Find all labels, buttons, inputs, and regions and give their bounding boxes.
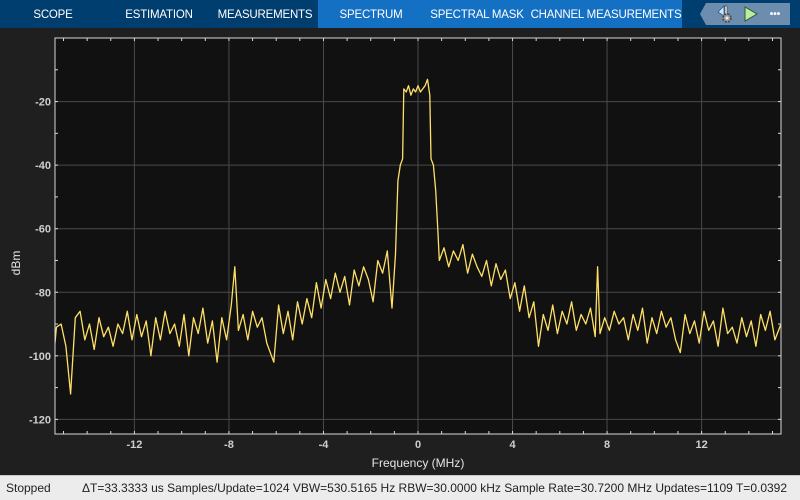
y-tick-label: -100 — [29, 351, 51, 363]
x-tick-label: 8 — [604, 439, 610, 451]
y-tick-label: -60 — [35, 224, 51, 236]
status-info: ΔT=33.3333 us Samples/Update=1024 VBW=53… — [82, 481, 788, 495]
y-tick-label: -120 — [29, 414, 51, 426]
y-tick-label: -80 — [35, 287, 51, 299]
x-tick-label: 0 — [415, 439, 421, 451]
x-tick-label: -8 — [224, 439, 234, 451]
settings-icon — [717, 5, 732, 23]
tab-spectral-mask[interactable]: SPECTRAL MASK — [424, 0, 530, 28]
tab-measurements[interactable]: MEASUREMENTS — [212, 0, 318, 28]
toolstrip-tabs: SCOPE ESTIMATION MEASUREMENTS SPECTRUM S… — [0, 0, 800, 28]
y-tick-label: -40 — [35, 160, 51, 172]
run-icon — [744, 6, 758, 22]
x-tick-labels: -12 -8 -4 0 4 8 12 — [126, 439, 707, 451]
tab-scope[interactable]: SCOPE — [0, 0, 106, 28]
y-tick-labels: -20 -40 -60 -80 -100 -120 — [29, 97, 51, 427]
x-tick-label: -4 — [319, 439, 330, 451]
settings-button[interactable] — [714, 3, 736, 25]
more-options-button[interactable]: ••• — [764, 3, 786, 25]
y-tick-label: -20 — [35, 97, 51, 109]
status-state: Stopped — [6, 481, 51, 495]
tab-channel-measurements[interactable]: CHANNEL MEASUREMENTS — [530, 0, 682, 28]
spectrum-plot-panel: -12 -8 -4 0 4 8 12 -20 -40 -60 -80 -100 -120 Freque… — [0, 28, 800, 475]
x-tick-label: -12 — [126, 439, 142, 451]
tab-estimation[interactable]: ESTIMATION — [106, 0, 212, 28]
y-axis-label: dBm — [9, 251, 23, 276]
status-bar: Stopped ΔT=33.3333 us Samples/Update=102… — [0, 475, 800, 500]
x-tick-label: 12 — [695, 439, 707, 451]
run-button[interactable] — [740, 3, 762, 25]
tab-spectrum[interactable]: SPECTRUM — [318, 0, 424, 28]
x-axis-label: Frequency (MHz) — [372, 456, 465, 470]
spectrum-chart[interactable]: -12 -8 -4 0 4 8 12 -20-40-60-80-100-120 Freque… — [0, 28, 800, 475]
x-tick-label: 4 — [509, 439, 516, 451]
